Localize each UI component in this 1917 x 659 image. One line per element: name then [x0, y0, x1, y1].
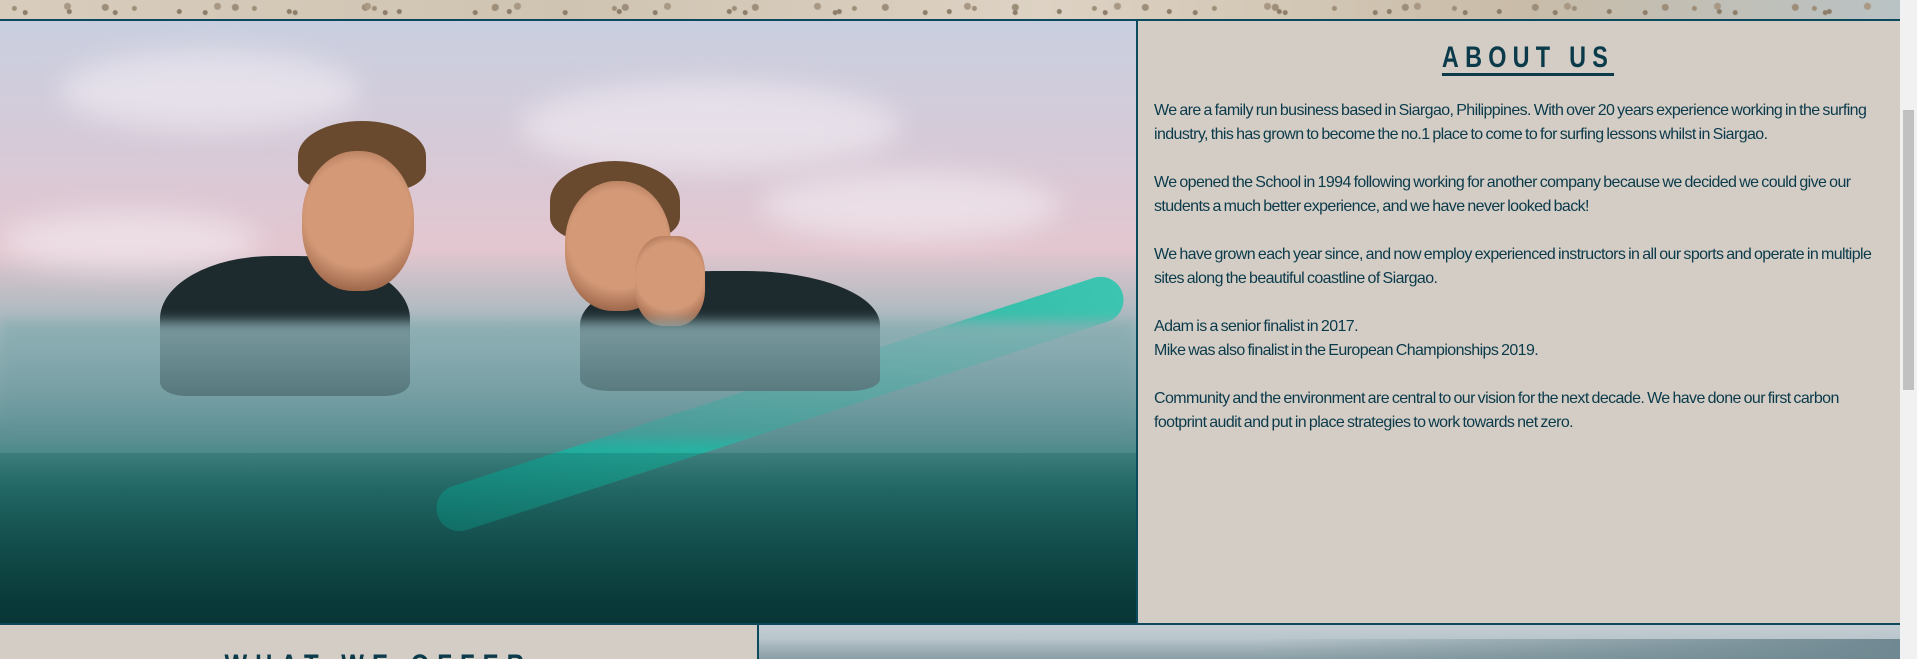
offer-section: WHAT WE OFFER	[0, 625, 1900, 659]
vertical-scrollbar[interactable]	[1900, 0, 1917, 659]
offer-panel: WHAT WE OFFER	[0, 625, 759, 659]
about-us-heading: ABOUT US	[1441, 41, 1615, 74]
about-paragraph: Adam is a senior finalist in 2017. Mike …	[1154, 318, 1539, 359]
about-paragraphs: We are a family run business based in Si…	[1154, 99, 1882, 435]
beach-photo	[759, 625, 1900, 659]
scrollbar-thumb[interactable]	[1903, 110, 1914, 390]
sand-banner-image	[0, 0, 1900, 21]
about-paragraph: We are a family run business based in Si…	[1154, 102, 1867, 143]
what-we-offer-heading: WHAT WE OFFER	[225, 649, 533, 659]
surfers-photo	[0, 21, 1138, 623]
about-paragraph: Community and the environment are centra…	[1154, 390, 1839, 431]
about-paragraph: We have grown each year since, and now e…	[1154, 246, 1872, 287]
about-section: ABOUT US We are a family run business ba…	[0, 21, 1900, 625]
about-text-panel: ABOUT US We are a family run business ba…	[1138, 21, 1900, 623]
about-paragraph: We opened the School in 1994 following w…	[1154, 174, 1851, 215]
